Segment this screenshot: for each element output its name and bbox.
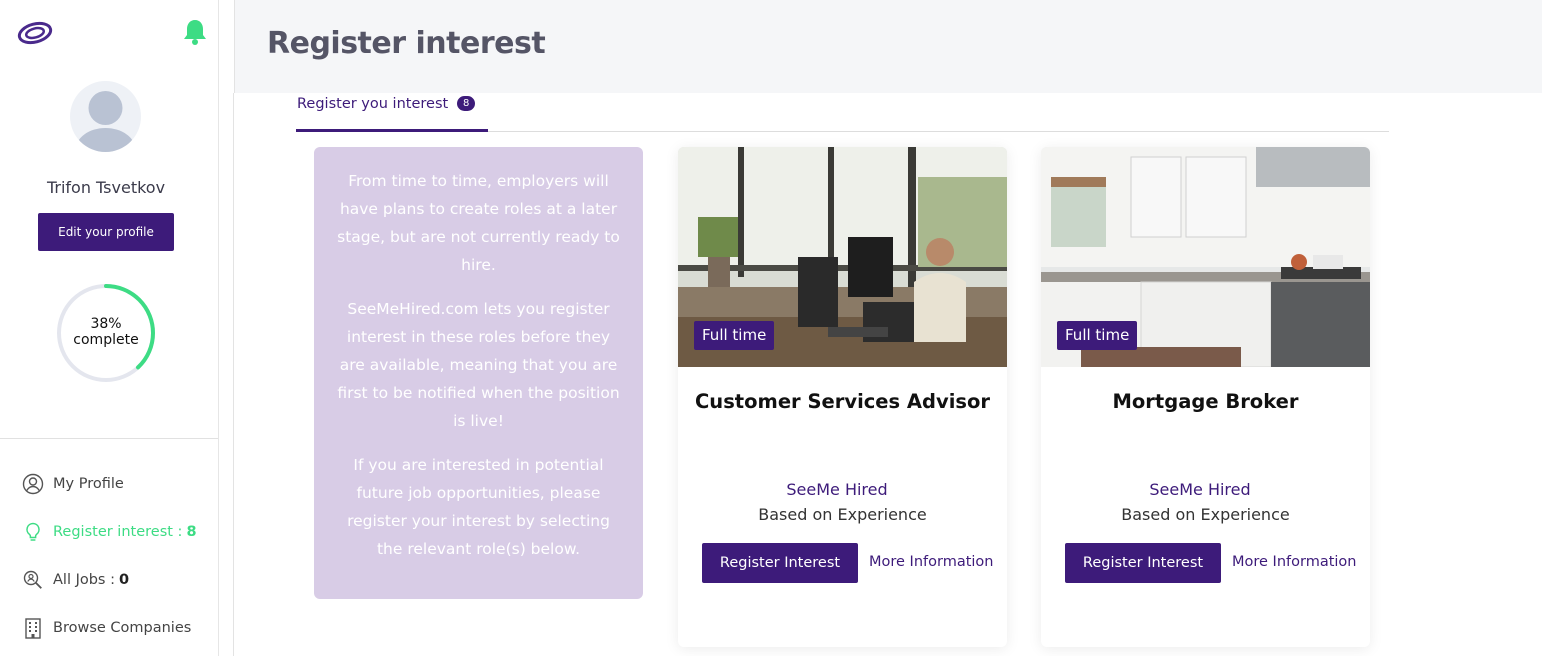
logo-icon[interactable] (17, 20, 53, 46)
user-name: Trifon Tsvetkov (46, 178, 166, 197)
info-card: From time to time, employers will have p… (314, 147, 643, 599)
job-card[interactable]: Full time Customer Services Advisor SeeM… (678, 147, 1007, 647)
sidebar-item-label: My Profile (53, 476, 124, 492)
edit-profile-button[interactable]: Edit your profile (38, 213, 174, 251)
job-type-badge: Full time (694, 321, 775, 350)
job-company[interactable]: SeeMe Hired (678, 480, 996, 499)
more-information-link[interactable]: More Information (869, 554, 994, 570)
sidebar-item-register-interest[interactable]: Register interest : 8 (22, 521, 197, 543)
progress-value: 38% (90, 316, 122, 332)
tab-label: Register you interest (297, 96, 449, 112)
page-header: Register interest (234, 0, 1542, 93)
info-paragraph: If you are interested in potential futur… (347, 456, 610, 558)
job-salary: Based on Experience (1121, 505, 1290, 524)
notification-bell-icon[interactable] (182, 18, 208, 46)
register-interest-button[interactable]: Register Interest (1065, 543, 1221, 583)
sidebar-divider (0, 438, 218, 439)
progress-label: complete (73, 332, 139, 348)
job-title[interactable]: Mortgage Broker (1041, 390, 1370, 413)
tab-count-badge: 8 (457, 95, 476, 111)
sidebar-item-count: 8 (186, 524, 197, 540)
active-tab-indicator (296, 129, 488, 132)
sidebar-item-count: 0 (119, 572, 130, 588)
avatar[interactable] (70, 81, 141, 152)
sidebar-item-label: Register interest : (53, 524, 183, 540)
job-title[interactable]: Customer Services Advisor (678, 390, 1007, 413)
job-card[interactable]: Full time Mortgage Broker SeeMe Hired Ba… (1041, 147, 1370, 647)
sidebar-item-browse-companies[interactable]: Browse Companies (22, 617, 191, 639)
user-circle-icon (22, 473, 44, 495)
info-paragraph: From time to time, employers will have p… (337, 172, 620, 274)
sidebar-item-all-jobs[interactable]: All Jobs : 0 (22, 569, 129, 591)
sidebar: Trifon Tsvetkov Edit your profile 38% co… (0, 0, 219, 656)
info-paragraph: SeeMeHired.com lets you register interes… (337, 300, 620, 430)
sidebar-item-label: Browse Companies (53, 620, 192, 636)
building-icon (25, 618, 41, 639)
page-title: Register interest (267, 26, 546, 61)
lightbulb-icon (26, 522, 40, 541)
sidebar-item-label: All Jobs : (53, 572, 115, 588)
search-person-icon (23, 570, 42, 589)
job-salary: Based on Experience (758, 505, 927, 524)
job-company[interactable]: SeeMe Hired (1041, 480, 1359, 499)
tab-register-interest[interactable]: Register you interest 8 (297, 95, 476, 112)
profile-progress-text: 38% complete (55, 316, 157, 348)
content-border (233, 93, 234, 656)
job-type-badge: Full time (1057, 321, 1138, 350)
register-interest-button[interactable]: Register Interest (702, 543, 858, 583)
avatar-placeholder-icon (75, 91, 136, 152)
more-information-link[interactable]: More Information (1232, 554, 1357, 570)
sidebar-item-my-profile[interactable]: My Profile (22, 473, 124, 495)
